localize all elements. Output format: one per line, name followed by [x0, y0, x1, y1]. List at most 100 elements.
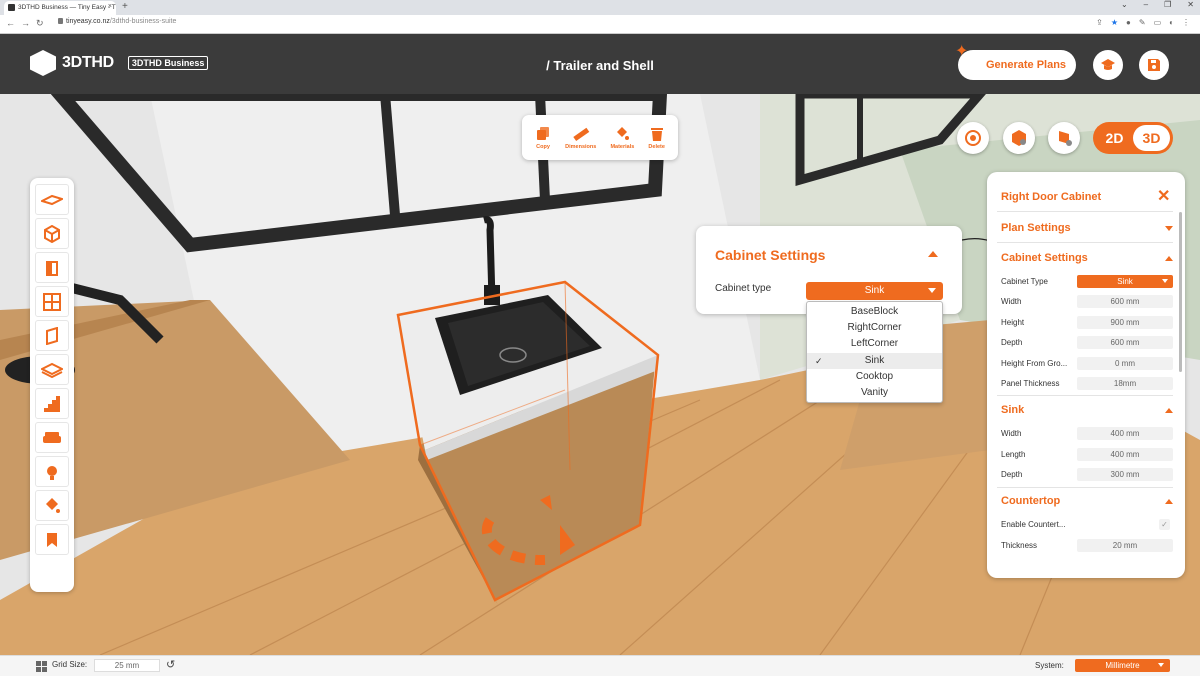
- height-input[interactable]: 900 mm: [1077, 316, 1173, 329]
- depth-input[interactable]: 600 mm: [1077, 336, 1173, 349]
- left-tool-panel: [30, 178, 74, 592]
- close-window-icon[interactable]: ✕: [1187, 0, 1194, 9]
- copy-button[interactable]: Copy: [535, 126, 551, 150]
- countertop-thickness-input[interactable]: 20 mm: [1077, 539, 1173, 552]
- materials-button[interactable]: Materials: [610, 126, 634, 150]
- menu-icon[interactable]: ⋮: [1182, 18, 1190, 27]
- section-cabinet-settings[interactable]: Cabinet Settings: [1001, 252, 1088, 264]
- browser-tab[interactable]: 3DTHD Business — Tiny Easy - T ×: [4, 1, 116, 15]
- cabinet-type-label: Cabinet type: [715, 283, 772, 294]
- reload-icon[interactable]: ↻: [36, 18, 44, 29]
- check-icon: ✓: [815, 355, 823, 366]
- puzzle-icon[interactable]: ✎: [1139, 18, 1146, 27]
- section-countertop[interactable]: Countertop: [1001, 495, 1060, 507]
- dropdown-arrow-icon: [1162, 279, 1168, 283]
- tool-furniture[interactable]: [35, 422, 69, 453]
- collapse-caret-icon[interactable]: [1165, 408, 1173, 413]
- generate-plans-button[interactable]: Generate Plans: [958, 50, 1076, 80]
- option-rightcorner[interactable]: RightCorner: [807, 320, 942, 336]
- dropdown-arrow-icon: [1158, 663, 1164, 667]
- unit-system-select[interactable]: Millimetre: [1075, 659, 1170, 672]
- tool-paint[interactable]: [35, 490, 69, 521]
- tool-cube[interactable]: [35, 218, 69, 249]
- tutorial-button[interactable]: [1093, 50, 1123, 80]
- toggle-2d[interactable]: 2D: [1096, 125, 1133, 151]
- browser-tab-strip: 3DTHD Business — Tiny Easy - T × + ⌄ – ❐…: [0, 0, 1200, 15]
- cabinet-settings-title: Cabinet Settings: [715, 247, 826, 263]
- grid-size-label: Grid Size:: [52, 660, 88, 669]
- tool-floor[interactable]: [35, 184, 69, 215]
- option-leftcorner[interactable]: LeftCorner: [807, 336, 942, 352]
- collapse-caret-icon[interactable]: [928, 251, 938, 257]
- extension-icon[interactable]: ●: [1126, 18, 1131, 27]
- new-tab-icon[interactable]: +: [122, 1, 128, 12]
- tool-lighting[interactable]: [35, 456, 69, 487]
- copy-label: Copy: [536, 143, 550, 150]
- sidebar-icon[interactable]: ▭: [1154, 18, 1162, 27]
- url-host: tinyeasy.co.nz: [66, 18, 110, 25]
- field-label: Enable Countert...: [1001, 520, 1066, 529]
- paint-icon: [46, 497, 60, 513]
- url-field[interactable]: tinyeasy.co.nz/3dthd-business-suite: [58, 18, 176, 25]
- forward-icon[interactable]: →: [21, 18, 30, 28]
- enable-countertop-checkbox[interactable]: ✓: [1159, 519, 1170, 530]
- view-mode-toggle[interactable]: 2D 3D: [1093, 122, 1173, 154]
- sink-depth-input[interactable]: 300 mm: [1077, 468, 1173, 481]
- divider: [997, 487, 1173, 488]
- panel-view-button[interactable]: [1048, 122, 1080, 154]
- paint-bucket-icon: [617, 126, 630, 140]
- cabinet-type-value: Sink: [864, 285, 885, 296]
- save-button[interactable]: [1139, 50, 1169, 80]
- address-bar: ← → ↻ tinyeasy.co.nz/3dthd-business-suit…: [0, 15, 1200, 34]
- cabinet-type-dropdown[interactable]: Sink: [1077, 275, 1173, 288]
- profile-icon[interactable]: ◐: [1169, 18, 1174, 27]
- share-icon[interactable]: ⇪: [1096, 18, 1103, 27]
- close-tab-icon[interactable]: ×: [108, 3, 112, 10]
- tab-search-icon[interactable]: ⌄: [1121, 0, 1128, 9]
- collapse-caret-icon[interactable]: [1165, 499, 1173, 504]
- camera-view-button[interactable]: [957, 122, 989, 154]
- field-width: Width 600 mm: [1001, 295, 1173, 309]
- tool-stairs[interactable]: [35, 388, 69, 419]
- grid-size-input[interactable]: 25 mm: [94, 659, 160, 672]
- width-input[interactable]: 600 mm: [1077, 295, 1173, 308]
- window-icon: [43, 292, 61, 311]
- reset-icon[interactable]: ↺: [166, 658, 175, 671]
- maximize-icon[interactable]: ❐: [1164, 0, 1171, 9]
- option-sink-label: Sink: [864, 354, 885, 366]
- section-plan-settings[interactable]: Plan Settings: [1001, 222, 1071, 234]
- cabinet-type-select[interactable]: Sink: [806, 282, 943, 300]
- toggle-3d[interactable]: 3D: [1133, 125, 1170, 151]
- close-icon[interactable]: ✕: [1157, 186, 1170, 206]
- ruler-icon: [573, 127, 590, 141]
- delete-button[interactable]: Delete: [648, 126, 665, 150]
- option-sink[interactable]: ✓ Sink: [807, 352, 942, 369]
- collapse-caret-icon[interactable]: [1165, 256, 1173, 261]
- tool-window[interactable]: [35, 286, 69, 317]
- panel-scrollbar[interactable]: [1179, 212, 1182, 372]
- section-sink[interactable]: Sink: [1001, 404, 1024, 416]
- app-root: 3DTHD Business — Tiny Easy - T × + ⌄ – ❐…: [0, 0, 1200, 676]
- dimensions-button[interactable]: Dimensions: [565, 126, 596, 150]
- option-vanity[interactable]: Vanity: [807, 385, 942, 401]
- back-icon[interactable]: ←: [6, 18, 15, 28]
- sink-width-input[interactable]: 400 mm: [1077, 427, 1173, 440]
- minimize-icon[interactable]: –: [1144, 0, 1148, 9]
- tool-bookmark[interactable]: [35, 524, 69, 555]
- field-label: Height: [1001, 318, 1025, 327]
- tool-layer[interactable]: [35, 354, 69, 385]
- expand-caret-icon[interactable]: [1165, 226, 1173, 231]
- divider: [997, 395, 1173, 396]
- window-controls: ⌄ – ❐ ✕: [1121, 0, 1194, 9]
- sink-length-input[interactable]: 400 mm: [1077, 448, 1173, 461]
- field-label: Depth: [1001, 338, 1023, 347]
- option-cooktop[interactable]: Cooktop: [807, 369, 942, 385]
- tool-panel[interactable]: [35, 320, 69, 351]
- bookmark-star-icon[interactable]: ★: [1111, 18, 1118, 27]
- option-baseblock[interactable]: BaseBlock: [807, 304, 942, 320]
- status-bar: Grid Size: 25 mm ↺ System: Millimetre: [0, 655, 1200, 676]
- panel-thickness-input[interactable]: 18mm: [1077, 377, 1173, 390]
- height-from-ground-input[interactable]: 0 mm: [1077, 357, 1173, 370]
- cabinet-view-button[interactable]: [1003, 122, 1035, 154]
- tool-door[interactable]: [35, 252, 69, 283]
